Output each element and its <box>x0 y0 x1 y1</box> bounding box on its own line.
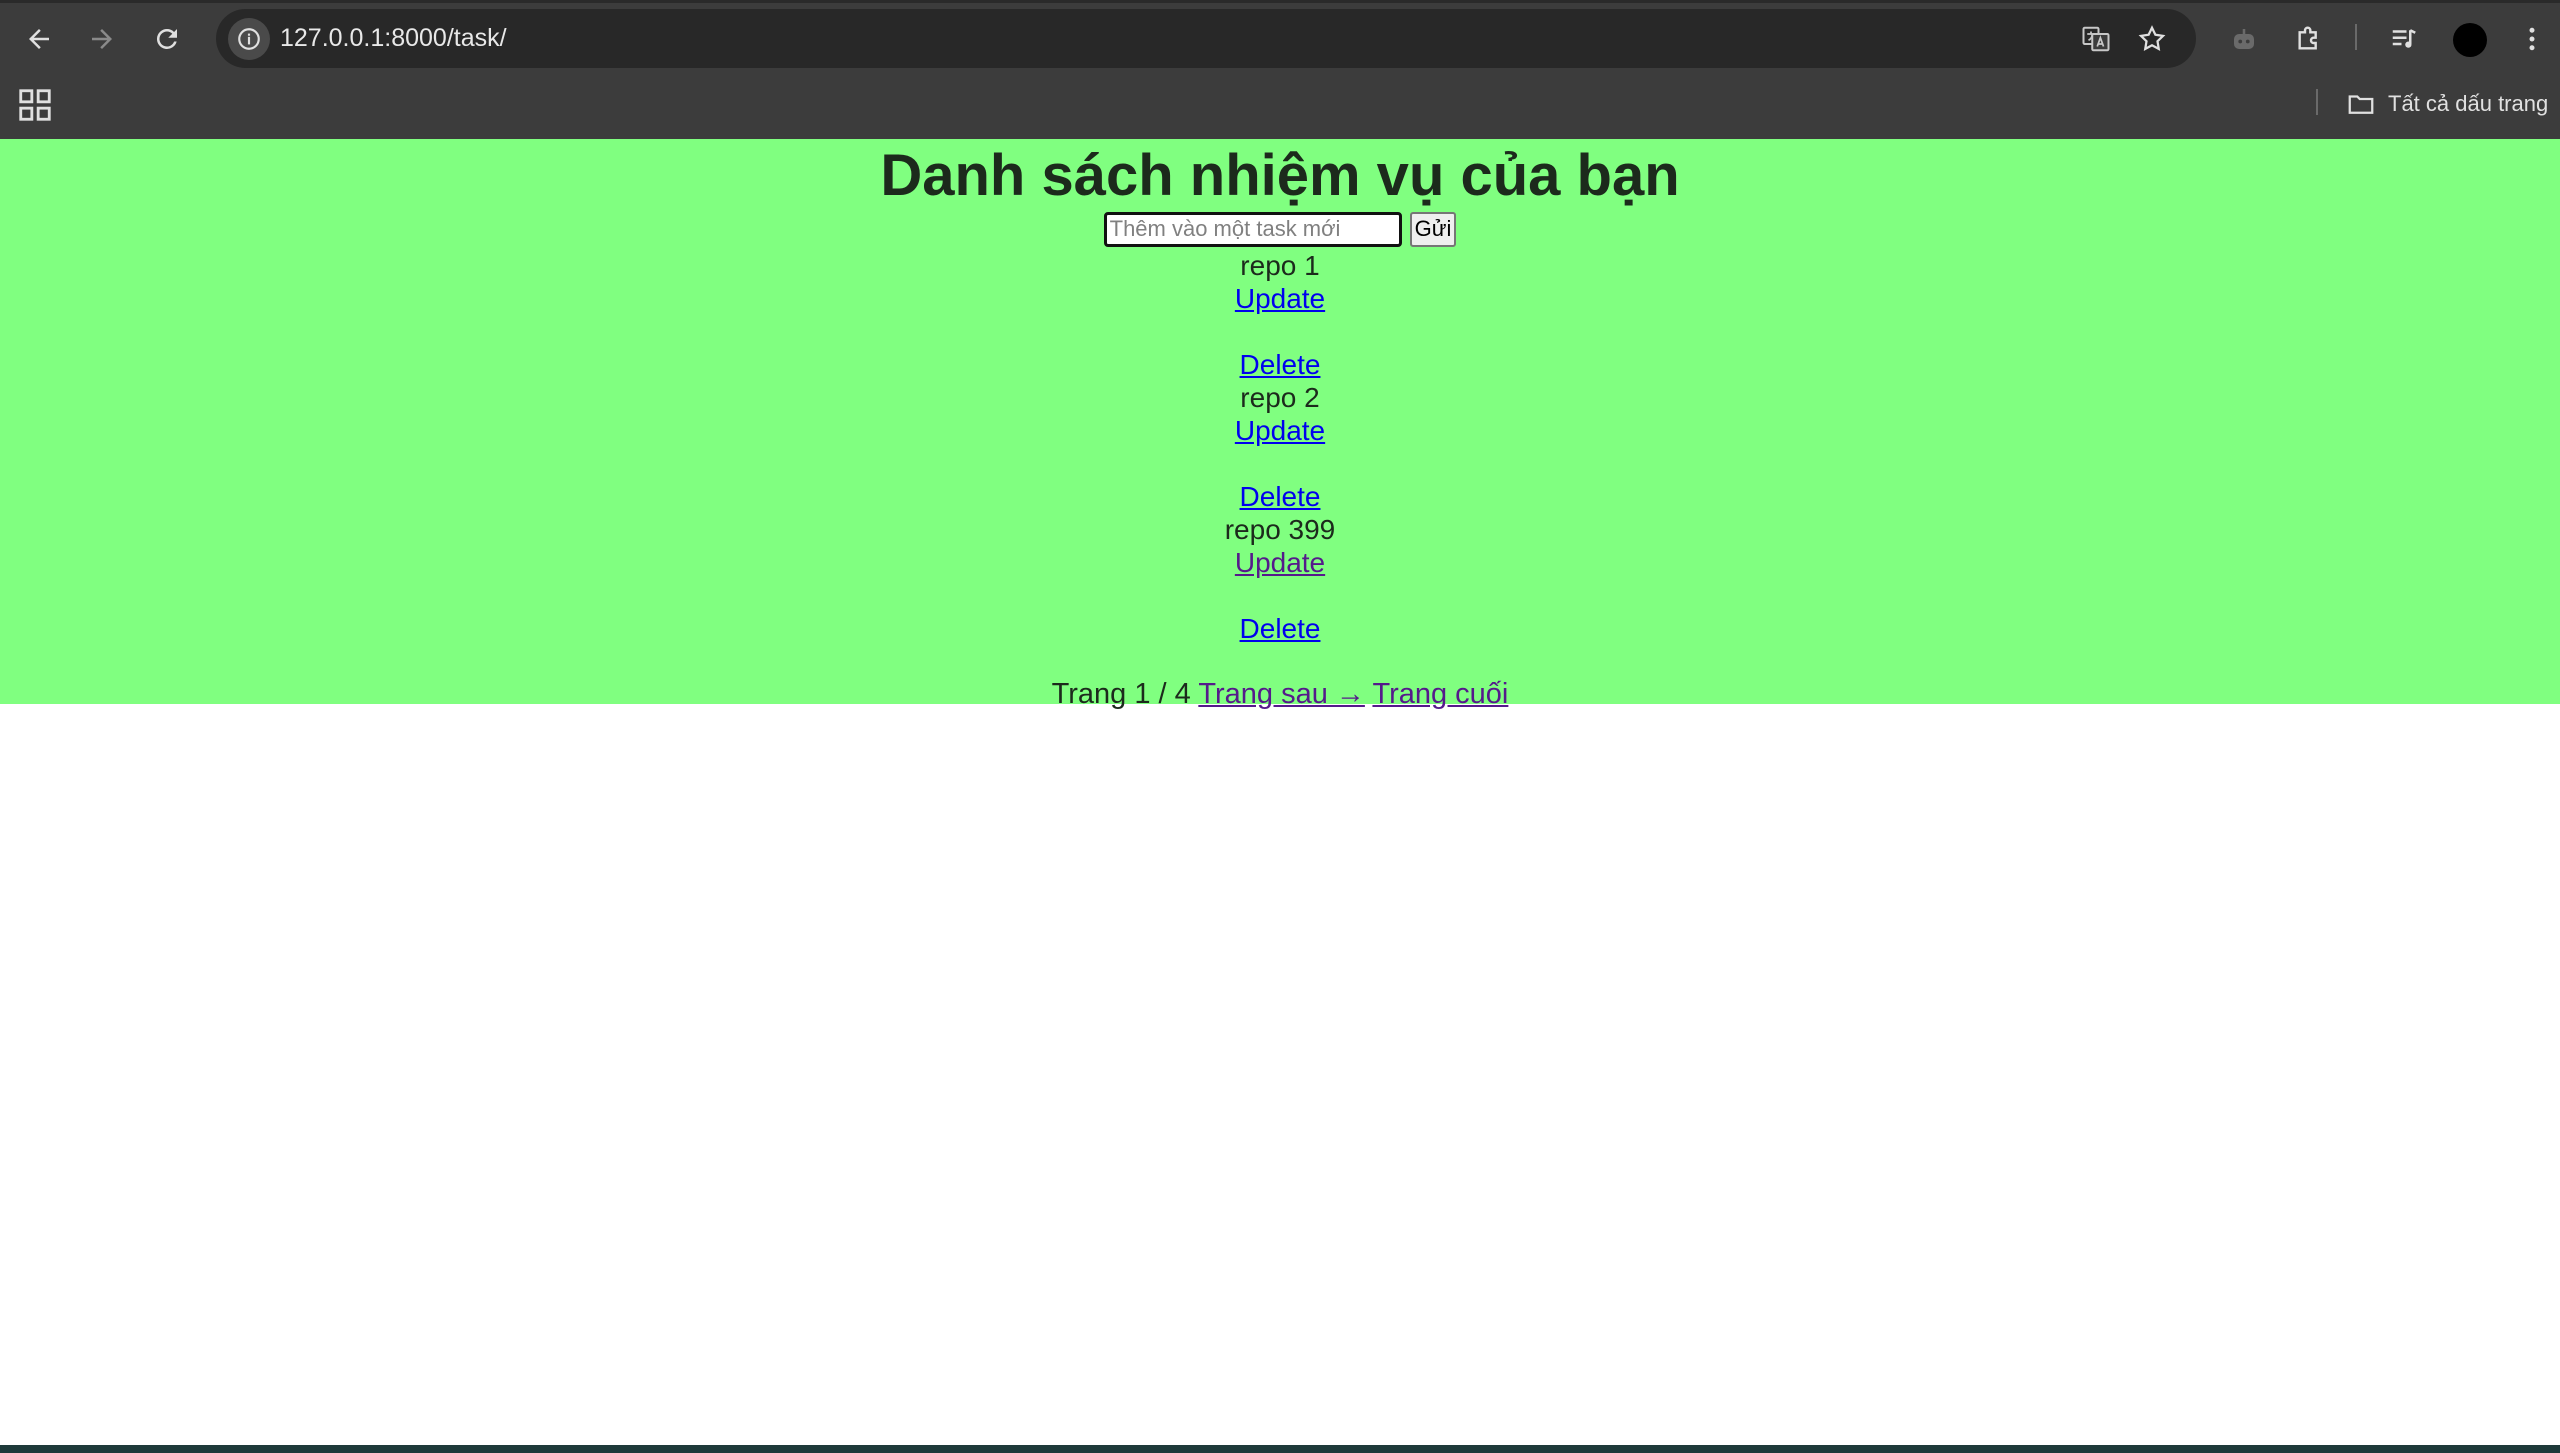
reload-icon <box>156 28 177 49</box>
pagination: Trang 1 / 4 Trang sau → Trang cuối <box>0 678 2560 711</box>
all-bookmarks-label: Tất cả dấu trang <box>2388 91 2549 116</box>
more-vertical-icon <box>2529 27 2535 51</box>
site-info-button[interactable] <box>228 18 270 60</box>
all-bookmarks-button[interactable]: Tất cả dấu trang <box>2346 83 2548 125</box>
submit-button[interactable]: Gửi <box>1409 211 1457 247</box>
url-text[interactable]: 127.0.0.1:8000/task/ <box>280 9 507 68</box>
star-icon <box>2138 25 2166 51</box>
bookmark-star-button[interactable] <box>2134 23 2170 55</box>
apps-button[interactable] <box>16 86 54 124</box>
delete-link[interactable]: Delete <box>1240 480 1321 513</box>
apps-grid-icon <box>19 89 51 121</box>
last-page-link[interactable]: Trang cuối <box>1372 678 1508 710</box>
add-task-form: Gửi <box>0 209 2560 249</box>
task-name: repo 1 <box>1240 250 1320 281</box>
translate-icon <box>2082 26 2110 52</box>
arrow-right-icon <box>92 29 112 49</box>
task-item: repo 1 Update Delete <box>0 249 2560 381</box>
forward-button[interactable] <box>78 17 126 61</box>
back-button[interactable] <box>15 17 63 61</box>
task-name: repo 399 <box>1224 514 1336 545</box>
page-title: Danh sách nhiệm vụ của bạn <box>880 143 1680 208</box>
update-link[interactable]: Update <box>1235 282 1325 315</box>
playlist-icon <box>2392 29 2416 48</box>
page-status: Trang 1 / 4 <box>1051 678 1191 710</box>
task-item: repo 399 Update Delete <box>0 513 2560 645</box>
puzzle-icon <box>2298 26 2317 50</box>
task-name: repo 2 <box>1240 382 1320 413</box>
media-controls-button[interactable] <box>2384 19 2424 59</box>
translate-button[interactable] <box>2078 23 2114 55</box>
update-link[interactable]: Update <box>1235 546 1325 579</box>
reload-button[interactable] <box>143 17 191 61</box>
browser-chrome: 127.0.0.1:8000/task/ Tất cả dấu trang <box>0 0 2560 139</box>
browser-menu-button[interactable] <box>2512 19 2552 59</box>
folder-icon <box>2348 95 2374 114</box>
robot-icon <box>2234 29 2254 49</box>
task-item: repo 2 Update Delete <box>0 381 2560 513</box>
page-content: Danh sách nhiệm vụ của bạn Gửi repo 1 Up… <box>0 139 2560 1445</box>
delete-link[interactable]: Delete <box>1240 612 1321 645</box>
new-task-input[interactable] <box>1103 211 1402 247</box>
bookmarks-separator <box>2316 89 2318 115</box>
bottom-edge <box>0 1445 2560 1453</box>
extensions-menu-button[interactable] <box>2289 19 2329 59</box>
browser-toolbar: 127.0.0.1:8000/task/ <box>0 3 2560 69</box>
profile-avatar[interactable] <box>2453 23 2487 57</box>
next-page-link[interactable]: Trang sau → <box>1198 678 1365 710</box>
bookmarks-bar: Tất cả dấu trang <box>0 69 2560 139</box>
info-icon <box>238 28 260 50</box>
delete-link[interactable]: Delete <box>1240 348 1321 381</box>
arrow-left-icon <box>29 29 49 49</box>
task-list-section: Danh sách nhiệm vụ của bạn Gửi repo 1 Up… <box>0 139 2560 710</box>
address-bar[interactable]: 127.0.0.1:8000/task/ <box>216 9 2196 68</box>
toolbar-separator <box>2355 24 2357 50</box>
update-link[interactable]: Update <box>1235 414 1325 447</box>
extension-button[interactable] <box>2224 19 2264 59</box>
